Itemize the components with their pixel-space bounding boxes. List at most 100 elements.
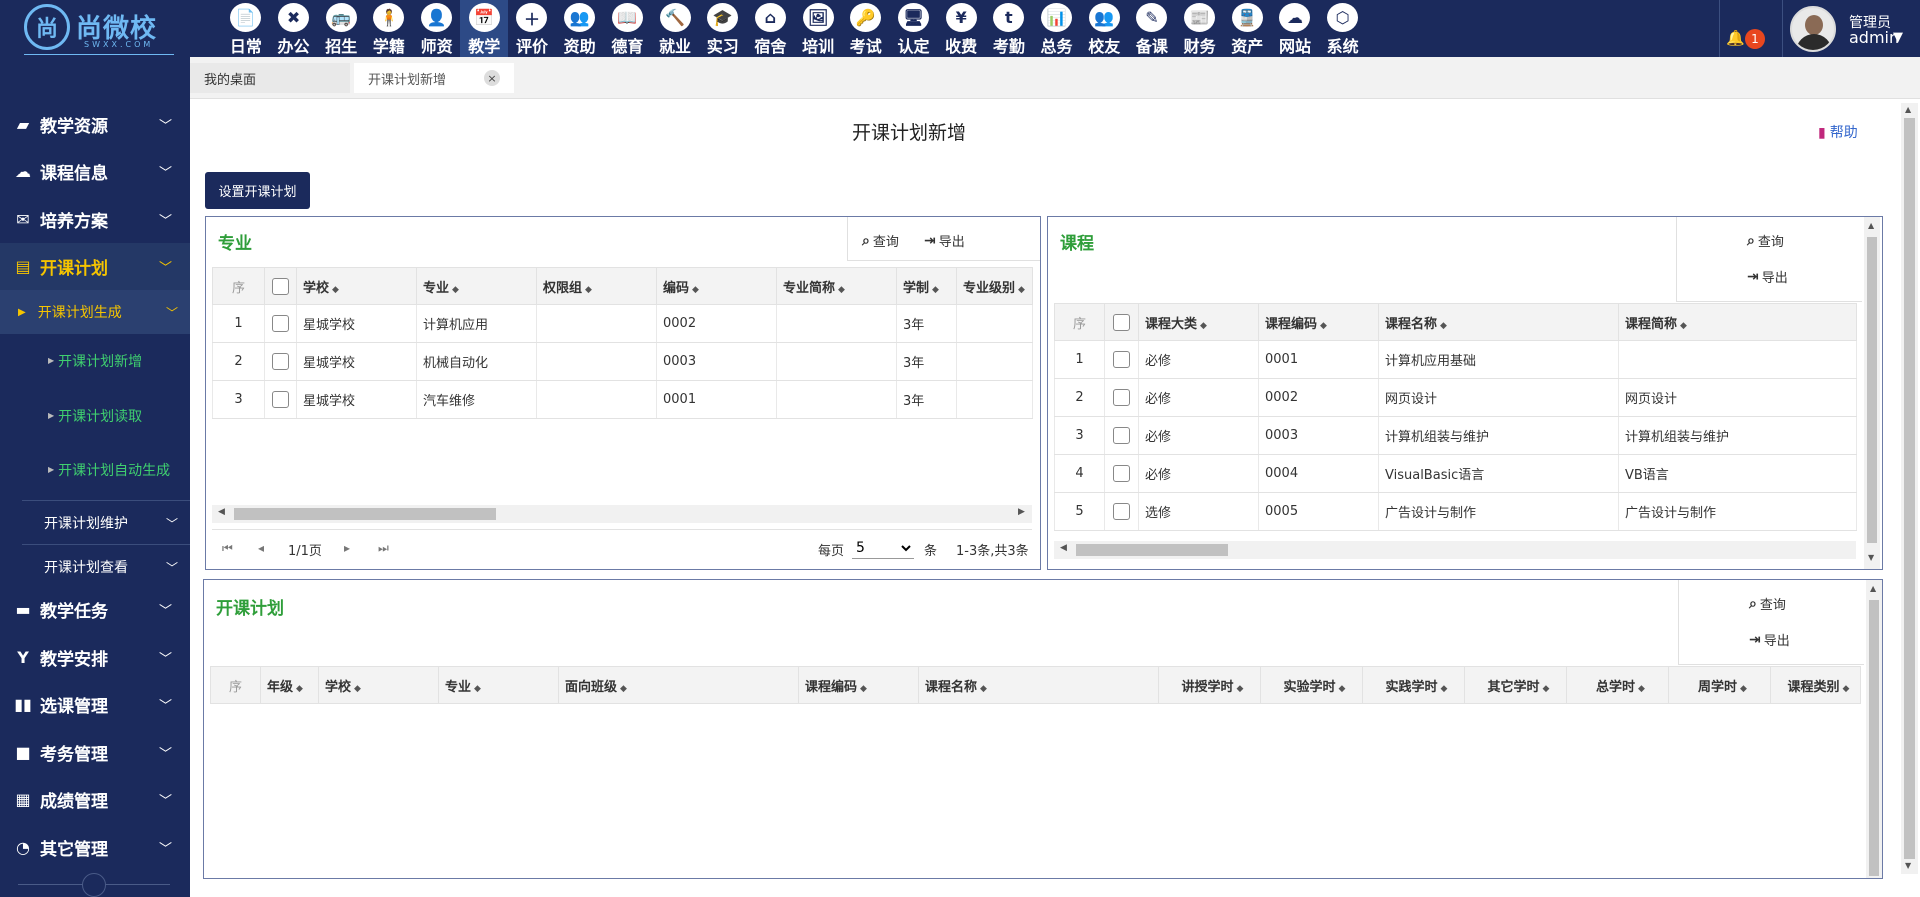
sidebar-leaf-auto[interactable]: ▶ 开课计划自动生成 xyxy=(0,442,190,497)
column-header-code[interactable]: 编码 ◆ xyxy=(656,267,777,305)
scroll-down-icon[interactable]: ▼ xyxy=(1905,861,1911,870)
vertical-scrollbar[interactable]: ▲ xyxy=(1866,580,1882,878)
column-header-major[interactable]: 专业 ◆ xyxy=(416,267,537,305)
module-1[interactable]: ✖ 办公 xyxy=(270,0,318,57)
export-button[interactable]: ⇥ 导出 xyxy=(1749,630,1790,650)
module-19[interactable]: ✎ 备课 xyxy=(1128,0,1176,57)
vertical-scrollbar[interactable]: ▲ ▼ xyxy=(1864,217,1880,569)
column-header-13[interactable]: 课程类别 ◆ xyxy=(1770,666,1861,704)
column-header-9[interactable]: 实践学时 ◆ xyxy=(1362,666,1465,704)
column-header-category[interactable]: 课程大类 ◆ xyxy=(1138,303,1259,341)
module-14[interactable]: 🖥 认定 xyxy=(890,0,938,57)
module-17[interactable]: 📊 总务 xyxy=(1033,0,1081,57)
module-7[interactable]: 👥 资助 xyxy=(556,0,604,57)
module-3[interactable]: 🧍 学籍 xyxy=(365,0,413,57)
module-20[interactable]: 📰 财务 xyxy=(1176,0,1224,57)
row-checkbox[interactable] xyxy=(272,391,289,408)
select-all-checkbox[interactable] xyxy=(1113,313,1130,331)
module-9[interactable]: 🔨 就业 xyxy=(651,0,699,57)
row-checkbox[interactable] xyxy=(272,315,289,332)
module-2[interactable]: 🚌 招生 xyxy=(317,0,365,57)
sidebar-item-course-info[interactable]: ☁ 课程信息 ﹀ xyxy=(0,148,190,195)
column-header-1[interactable]: 年级 ◆ xyxy=(260,666,319,704)
table-row[interactable]: 1 必修 0001 计算机应用基础 xyxy=(1054,340,1857,379)
scroll-up-icon[interactable]: ▲ xyxy=(1870,584,1876,593)
page-vertical-scrollbar[interactable]: ▲ ▼ xyxy=(1901,103,1918,874)
select-all-checkbox[interactable] xyxy=(272,277,289,295)
module-22[interactable]: ☁ 网站 xyxy=(1271,0,1319,57)
module-12[interactable]: 🖼 培训 xyxy=(794,0,842,57)
column-header-course-short[interactable]: 课程简称 ◆ xyxy=(1618,303,1857,341)
module-10[interactable]: 🎓 实习 xyxy=(699,0,747,57)
close-icon[interactable]: × xyxy=(484,70,500,86)
column-header-school[interactable]: 学校 ◆ xyxy=(296,267,417,305)
query-button[interactable]: ⌕ 查询 xyxy=(1747,231,1784,251)
module-13[interactable]: 🔑 考试 xyxy=(842,0,890,57)
scroll-up-icon[interactable]: ▲ xyxy=(1905,105,1911,114)
scroll-left-icon[interactable]: ◀ xyxy=(1060,543,1067,553)
scrollbar-thumb[interactable] xyxy=(1867,237,1877,543)
column-header-level[interactable]: 专业级别 ◆ xyxy=(956,267,1033,305)
scrollbar-thumb[interactable] xyxy=(234,508,496,520)
sidebar-collapse-handle[interactable] xyxy=(82,873,106,897)
column-header-group[interactable]: 权限组 ◆ xyxy=(536,267,657,305)
avatar[interactable] xyxy=(1790,6,1836,52)
scrollbar-thumb[interactable] xyxy=(1869,600,1879,876)
scrollbar-thumb[interactable] xyxy=(1076,544,1228,556)
prev-page-icon[interactable]: ◂ xyxy=(258,541,264,555)
module-5[interactable]: 📅 教学 xyxy=(460,0,509,57)
row-checkbox[interactable] xyxy=(1113,465,1130,482)
sidebar-leaf-add[interactable]: ▶ 开课计划新增 xyxy=(0,333,190,388)
sidebar-item-training-plan[interactable]: ✉ 培养方案 ﹀ xyxy=(0,196,190,243)
column-header-course-code[interactable]: 课程编码 ◆ xyxy=(1258,303,1379,341)
column-header-6[interactable]: 课程名称 ◆ xyxy=(918,666,1159,704)
export-button[interactable]: ⇥ 导出 xyxy=(1747,267,1788,287)
scroll-down-icon[interactable]: ▼ xyxy=(1868,553,1874,562)
bell-icon[interactable]: 🔔 xyxy=(1726,29,1745,47)
column-header-10[interactable]: 其它学时 ◆ xyxy=(1464,666,1567,704)
brand-logo[interactable]: 尚 尚微校 SWXX.COM xyxy=(22,2,177,55)
row-checkbox[interactable] xyxy=(272,353,289,370)
query-button[interactable]: ⌕ 查询 xyxy=(1749,594,1786,614)
module-6[interactable]: ＋ 评价 xyxy=(508,0,556,57)
query-button[interactable]: ⌕ 查询 xyxy=(862,231,899,251)
column-header-7[interactable]: 讲授学时 ◆ xyxy=(1158,666,1261,704)
column-header-11[interactable]: 总学时 ◆ xyxy=(1566,666,1669,704)
module-18[interactable]: 👥 校友 xyxy=(1080,0,1128,57)
setup-plan-button[interactable]: 设置开课计划 xyxy=(205,172,310,209)
table-row[interactable]: 3 必修 0003 计算机组装与维护 计算机组装与维护 xyxy=(1054,416,1857,455)
table-row[interactable]: 4 必修 0004 VisualBasic语言 VB语言 xyxy=(1054,454,1857,493)
first-page-icon[interactable]: ⏮ xyxy=(222,541,233,556)
row-checkbox[interactable] xyxy=(1113,389,1130,406)
column-header-5[interactable]: 课程编码 ◆ xyxy=(798,666,919,704)
tab-course-plan-add[interactable]: 开课计划新增 × xyxy=(354,63,514,93)
module-23[interactable]: ⬡ 系统 xyxy=(1319,0,1367,57)
help-link[interactable]: ▮ 帮助 xyxy=(1818,122,1858,142)
module-16[interactable]: t 考勤 xyxy=(985,0,1033,57)
sidebar-sub-generate[interactable]: ▶ 开课计划生成 ﹀ xyxy=(0,290,190,334)
column-header-short-name[interactable]: 专业简称 ◆ xyxy=(776,267,897,305)
module-15[interactable]: ¥ 收费 xyxy=(937,0,985,57)
module-4[interactable]: 👤 师资 xyxy=(413,0,461,57)
per-page-select[interactable]: 5 xyxy=(852,537,914,559)
sidebar-item-course-plan[interactable]: ▤ 开课计划 ﹀ xyxy=(0,243,190,290)
scroll-up-icon[interactable]: ▲ xyxy=(1868,221,1874,230)
sidebar-item-exam-admin[interactable]: ■ 考务管理 ﹀ xyxy=(0,729,190,776)
horizontal-scrollbar[interactable]: ◀ xyxy=(1054,541,1856,559)
scroll-right-icon[interactable]: ▶ xyxy=(1018,507,1025,517)
sidebar-item-course-selection[interactable]: ▮▮ 选课管理 ﹀ xyxy=(0,681,190,728)
horizontal-scrollbar[interactable]: ◀ ▶ xyxy=(212,505,1032,523)
sidebar-item-teaching-tasks[interactable]: ▬ 教学任务 ﹀ xyxy=(0,586,190,633)
row-checkbox[interactable] xyxy=(1113,427,1130,444)
module-21[interactable]: 🚆 资产 xyxy=(1223,0,1271,57)
module-11[interactable]: ⌂ 宿舍 xyxy=(747,0,795,57)
module-0[interactable]: 📄 日常 xyxy=(222,0,270,57)
sidebar-leaf-read[interactable]: ▶ 开课计划读取 xyxy=(0,388,190,443)
sidebar-sub-view[interactable]: 开课计划查看 ﹀ xyxy=(0,545,190,589)
export-button[interactable]: ⇥ 导出 xyxy=(924,231,965,251)
column-header-3[interactable]: 专业 ◆ xyxy=(438,666,559,704)
column-header-8[interactable]: 实验学时 ◆ xyxy=(1260,666,1363,704)
row-checkbox[interactable] xyxy=(1113,503,1130,520)
table-row[interactable]: 2 星城学校 机械自动化 0003 3年 xyxy=(212,342,1033,381)
column-header-course-name[interactable]: 课程名称 ◆ xyxy=(1378,303,1619,341)
